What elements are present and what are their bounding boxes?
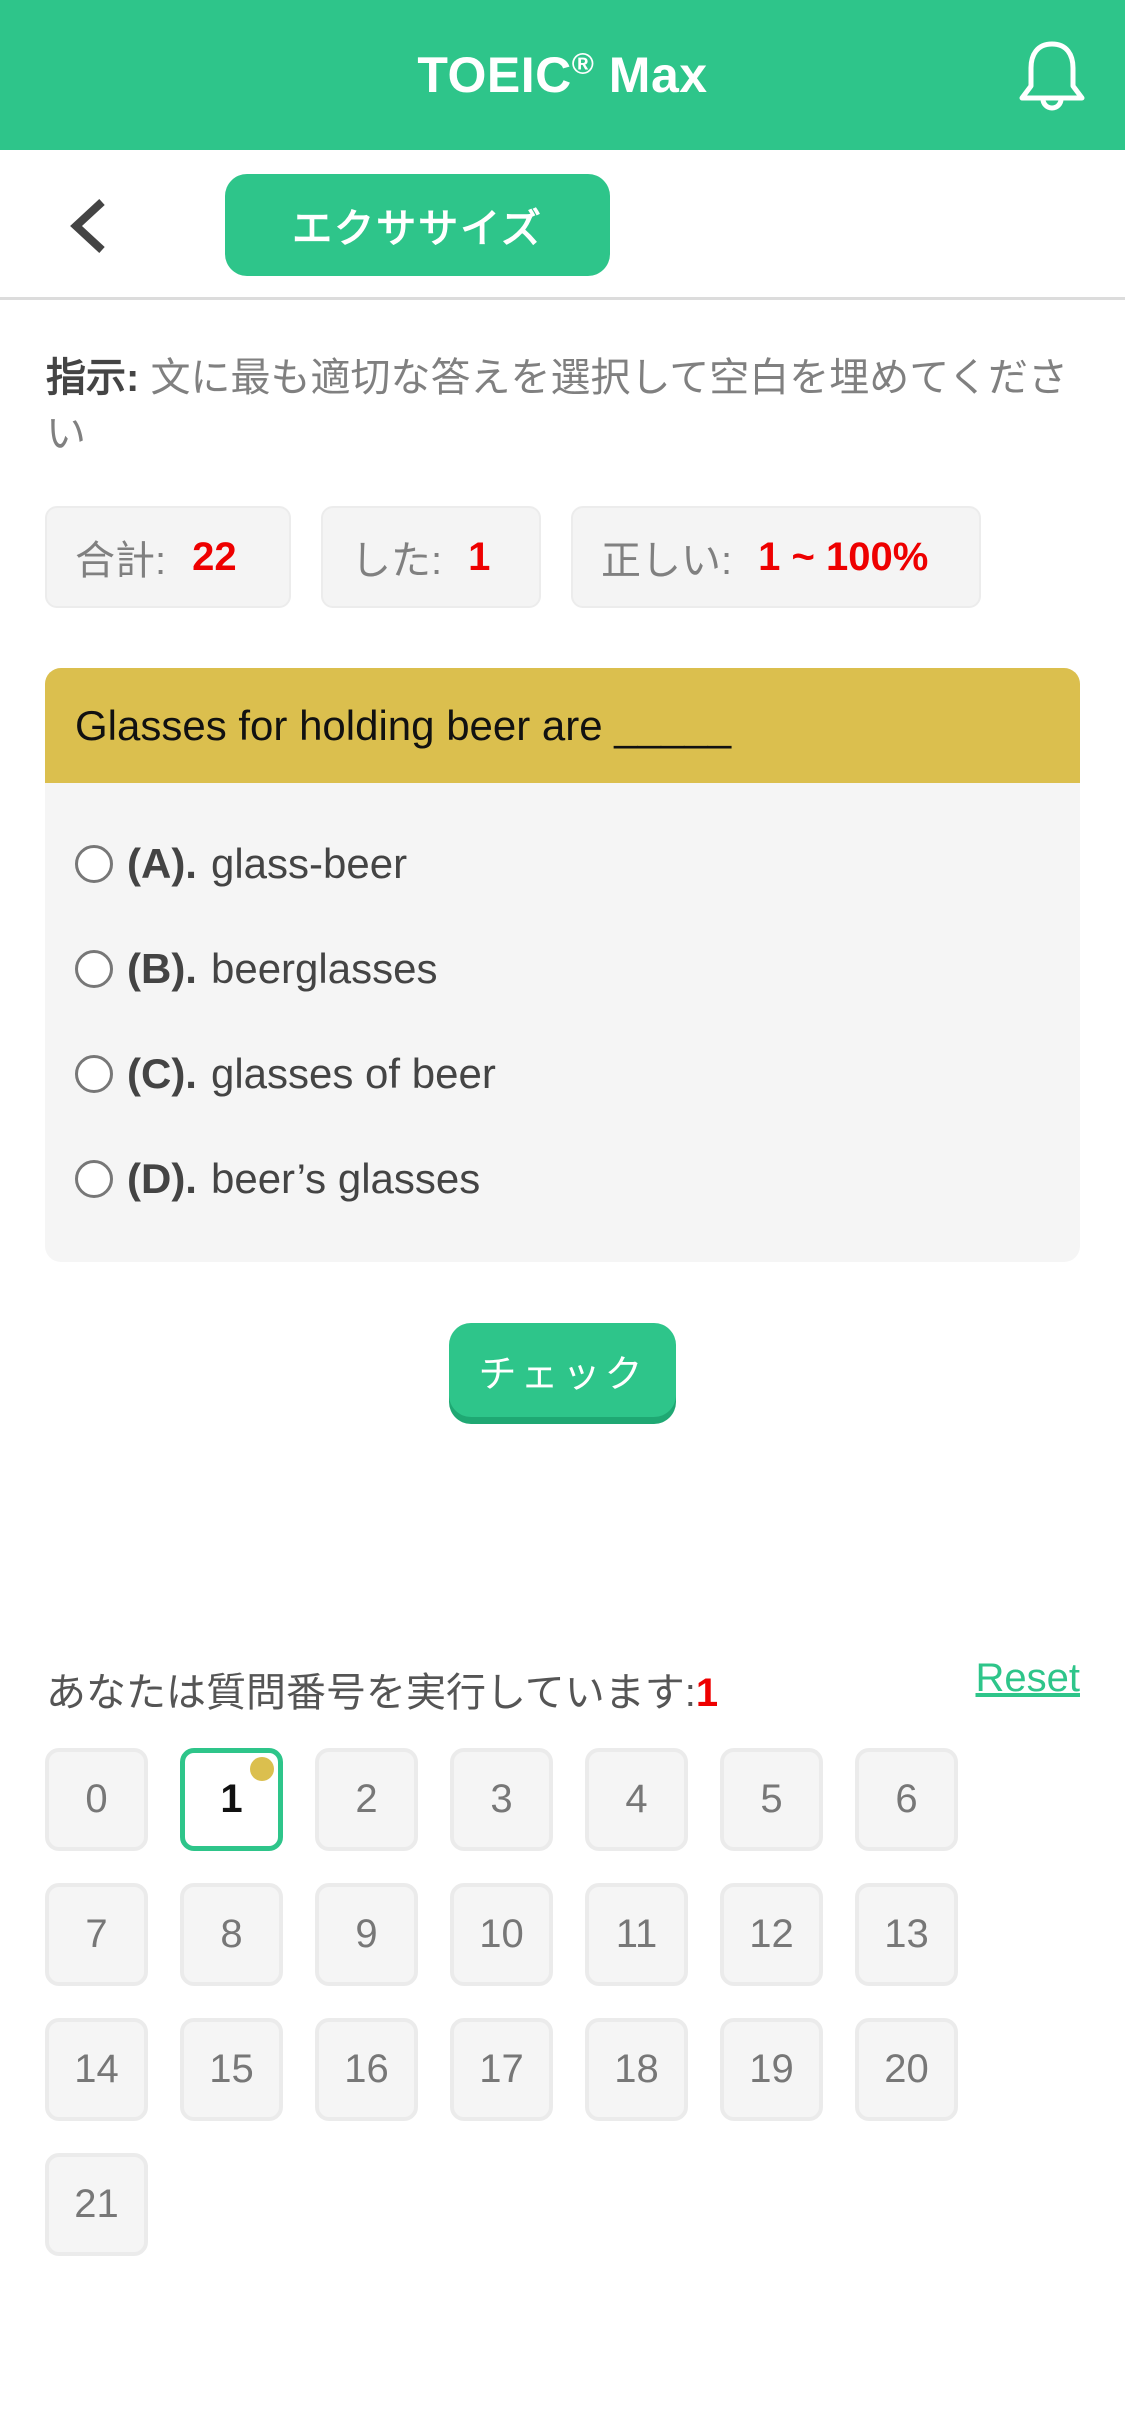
question-number-label: 15: [209, 2047, 254, 2091]
stat-done-value: 1: [468, 534, 491, 579]
stat-correct: 正しい: 1 ~ 100%: [571, 506, 981, 608]
option-text: beerglasses: [210, 944, 438, 992]
instruction-text: 文に最も適切な答えを選択して空白を埋めてください: [46, 356, 1069, 456]
option-key: (A).: [127, 839, 197, 887]
question-number-label: 1: [220, 1777, 243, 1821]
app-title: TOEIC® Max: [417, 47, 708, 103]
question-number-label: 5: [760, 1777, 783, 1821]
option-text: glass-beer: [210, 839, 408, 887]
question-number-button[interactable]: 21: [45, 2153, 148, 2256]
sub-header: エクササイズ: [0, 150, 1125, 300]
question-number-button[interactable]: 20: [855, 2018, 958, 2121]
bell-icon[interactable]: [1017, 38, 1087, 114]
progress-label: あなたは質問番号を実行しています:: [46, 1671, 696, 1715]
question-number-label: 20: [884, 2047, 929, 2091]
question-card: Glasses for holding beer are _____ (A). …: [45, 668, 1080, 1262]
question-number-label: 11: [615, 1912, 658, 1956]
question-number-button[interactable]: 16: [315, 2018, 418, 2121]
question-number-label: 9: [355, 1912, 378, 1956]
answer-options: (A). glass-beer (B). beerglasses (C). gl…: [45, 783, 1080, 1231]
stat-correct-label: 正しい:: [601, 539, 733, 583]
option-key: (C).: [127, 1049, 197, 1097]
stat-total-label: 合計:: [75, 539, 167, 583]
instruction-label: 指示:: [46, 356, 140, 400]
radio-button[interactable]: [75, 844, 113, 883]
question-number-button[interactable]: 18: [585, 2018, 688, 2121]
question-number-button[interactable]: 13: [855, 1883, 958, 1986]
question-number-label: 18: [614, 2047, 659, 2091]
question-number-button[interactable]: 15: [180, 2018, 283, 2121]
question-number-label: 21: [74, 2182, 119, 2226]
radio-button[interactable]: [75, 949, 113, 988]
question-number-button[interactable]: 8: [180, 1883, 283, 1986]
question-number-label: 13: [884, 1912, 929, 1956]
question-number-label: 0: [85, 1777, 108, 1821]
current-indicator-dot: [250, 1757, 274, 1781]
question-number-button[interactable]: 2: [315, 1748, 418, 1851]
question-number-button[interactable]: 6: [855, 1748, 958, 1851]
question-number-label: 6: [895, 1777, 918, 1821]
question-number-button[interactable]: 3: [450, 1748, 553, 1851]
check-button[interactable]: チェック: [449, 1323, 676, 1417]
progress-row: あなたは質問番号を実行しています:1 Reset: [46, 1656, 1080, 1720]
progress-text: あなたは質問番号を実行しています:1: [46, 1660, 718, 1718]
question-number-button[interactable]: 7: [45, 1883, 148, 1986]
question-number-button[interactable]: 11: [585, 1883, 688, 1986]
stat-done-label: した:: [351, 539, 443, 583]
option-key: (B).: [127, 944, 197, 992]
radio-button[interactable]: [75, 1054, 113, 1093]
question-number-label: 16: [344, 2047, 389, 2091]
instruction: 指示: 文に最も適切な答えを選択して空白を埋めてください: [46, 350, 1086, 462]
question-number-button[interactable]: 1: [180, 1748, 283, 1851]
question-number-label: 14: [74, 2047, 119, 2091]
question-text: Glasses for holding beer are _____: [45, 668, 1080, 783]
question-number-label: 3: [490, 1777, 513, 1821]
question-number-button[interactable]: 14: [45, 2018, 148, 2121]
app-bar: TOEIC® Max: [0, 0, 1125, 150]
reset-link[interactable]: Reset: [976, 1656, 1081, 1701]
question-number-label: 10: [479, 1912, 524, 1956]
question-number-label: 17: [479, 2047, 524, 2091]
option-text: beer’s glasses: [210, 1154, 481, 1202]
question-number-button[interactable]: 9: [315, 1883, 418, 1986]
question-number-label: 19: [749, 2047, 794, 2091]
chevron-left-icon[interactable]: [60, 190, 120, 260]
question-number-button[interactable]: 17: [450, 2018, 553, 2121]
question-number-label: 12: [749, 1912, 794, 1956]
stats-row: 合計: 22 した: 1 正しい: 1 ~ 100%: [45, 506, 981, 608]
progress-current: 1: [695, 1671, 719, 1715]
question-number-button[interactable]: 12: [720, 1883, 823, 1986]
stat-done: した: 1: [321, 506, 541, 608]
question-number-label: 2: [355, 1777, 378, 1821]
option-c[interactable]: (C). glasses of beer: [45, 1021, 1080, 1126]
option-b[interactable]: (B). beerglasses: [45, 916, 1080, 1021]
question-number-button[interactable]: 19: [720, 2018, 823, 2121]
tab-exercise[interactable]: エクササイズ: [225, 174, 610, 276]
question-number-label: 7: [85, 1912, 108, 1956]
radio-button[interactable]: [75, 1159, 113, 1198]
stat-total-value: 22: [192, 534, 237, 579]
question-grid: 0 1 2 3 4 5 6 7 8 9 10 11 12 13 14 15 16 17 18 19 20 21: [45, 1748, 1025, 2256]
question-number-button[interactable]: 10: [450, 1883, 553, 1986]
option-a[interactable]: (A). glass-beer: [45, 811, 1080, 916]
question-number-button[interactable]: 5: [720, 1748, 823, 1851]
question-number-label: 4: [625, 1777, 648, 1821]
stat-total: 合計: 22: [45, 506, 291, 608]
question-number-button[interactable]: 0: [45, 1748, 148, 1851]
stat-correct-value: 1 ~ 100%: [758, 534, 929, 579]
option-key: (D).: [127, 1154, 197, 1202]
question-number-button[interactable]: 4: [585, 1748, 688, 1851]
option-text: glasses of beer: [210, 1049, 496, 1097]
question-number-label: 8: [220, 1912, 243, 1956]
option-d[interactable]: (D). beer’s glasses: [45, 1126, 1080, 1231]
